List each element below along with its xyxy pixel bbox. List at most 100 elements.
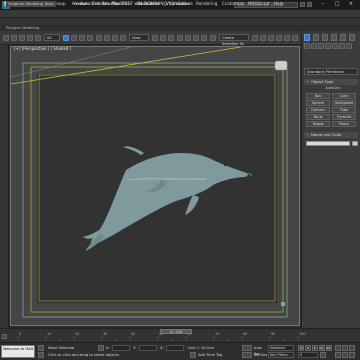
layer-explorer-icon[interactable]	[268, 35, 274, 41]
select-scale-icon[interactable]	[112, 35, 118, 41]
maxscript-mini-listener[interactable]: Welcome to MAX	[1, 345, 35, 358]
autogrid-checkbox[interactable]: AutoGrid	[318, 86, 348, 91]
redo-toolbar-icon[interactable]	[11, 35, 17, 41]
tab-object-paint[interactable]: Object Paint	[134, 1, 161, 7]
go-to-start-icon[interactable]: |◂	[298, 345, 304, 351]
selection-lock-icon[interactable]	[38, 352, 44, 358]
cylinder-button[interactable]: Cylinder	[306, 107, 330, 113]
name-and-color-rollout[interactable]: − Name and Color	[304, 132, 358, 138]
set-key-button[interactable]: Set Key	[254, 353, 268, 357]
angle-snap-icon[interactable]	[185, 35, 191, 41]
percent-snap-icon[interactable]	[193, 35, 199, 41]
tube-button[interactable]: Tube	[332, 107, 356, 113]
key-target-dropdown[interactable]: Selected	[268, 345, 294, 351]
box-button[interactable]: Box	[306, 93, 330, 99]
auto-key-button[interactable]: Auto Key	[254, 345, 266, 356]
add-time-tag[interactable]: Add Time Tag	[198, 353, 222, 357]
mini-curve-editor-icon[interactable]	[2, 334, 7, 339]
pivot-center-icon[interactable]	[152, 35, 158, 41]
geometry-icon[interactable]	[304, 43, 310, 49]
plane-button[interactable]: Plane	[332, 121, 356, 127]
y-coordinate-field[interactable]	[139, 345, 157, 351]
pan-view-icon[interactable]	[342, 345, 348, 351]
menu-maxscript[interactable]: MAXScript	[248, 1, 270, 6]
category-dropdown[interactable]: Standard Primitives	[304, 68, 358, 75]
z-coordinate-field[interactable]	[166, 345, 184, 351]
orbit-icon[interactable]	[349, 345, 355, 351]
sphere-button[interactable]: Sphere	[306, 100, 330, 106]
field-of-view-icon[interactable]	[335, 345, 341, 351]
reference-coordinate-dropdown[interactable]: View	[129, 34, 149, 41]
time-slider[interactable]: 0 / 100	[160, 329, 192, 334]
time-configuration-icon[interactable]	[320, 352, 326, 358]
keyboard-shortcut-override-icon[interactable]	[168, 35, 174, 41]
named-selection-sets-dropdown[interactable]: Create Selection Se	[219, 34, 249, 46]
tab-populate[interactable]: Populate	[172, 1, 193, 7]
space-warps-icon[interactable]	[339, 43, 345, 49]
close-icon[interactable]: ×	[346, 1, 356, 8]
x-coordinate-field[interactable]	[112, 345, 130, 351]
next-frame-icon[interactable]: ▸|	[319, 345, 325, 351]
motion-tab-icon[interactable]	[331, 34, 337, 41]
viewport-label[interactable]: [+] [Perspective ] [ Shaded ]	[14, 46, 71, 51]
time-tag-icon[interactable]	[190, 352, 196, 358]
previous-frame-icon[interactable]: ◂	[305, 345, 311, 351]
menu-help[interactable]: Help	[274, 1, 284, 6]
select-by-name-icon[interactable]	[71, 35, 77, 41]
select-rotate-icon[interactable]	[104, 35, 110, 41]
cameras-icon[interactable]	[325, 43, 331, 49]
tab-selection[interactable]: Selection	[100, 1, 122, 7]
unlink-icon[interactable]	[27, 35, 33, 41]
tab-graphite-modeling-tools[interactable]: Graphite Modeling Tools	[6, 1, 56, 7]
viewcube-icon[interactable]	[274, 60, 288, 71]
select-move-icon[interactable]	[96, 35, 102, 41]
spinner-snap-icon[interactable]	[201, 35, 207, 41]
play-icon[interactable]: ▸	[312, 345, 318, 351]
select-place-icon[interactable]	[120, 35, 126, 41]
align-icon[interactable]	[260, 35, 266, 41]
hierarchy-tab-icon[interactable]	[322, 34, 328, 41]
minimize-icon[interactable]: –	[318, 1, 328, 8]
bind-space-warp-icon[interactable]	[35, 35, 41, 41]
isolate-selection-icon[interactable]	[38, 345, 44, 351]
edit-named-selection-icon[interactable]	[210, 35, 216, 41]
absolute-mode-icon[interactable]	[98, 345, 104, 351]
help-icon[interactable]	[307, 2, 312, 7]
set-key-icon[interactable]	[242, 352, 252, 358]
display-tab-icon[interactable]	[340, 34, 346, 41]
selection-filter-dropdown[interactable]: All	[44, 34, 60, 41]
systems-icon[interactable]	[346, 43, 352, 49]
link-icon[interactable]	[19, 35, 25, 41]
zoom-all-icon[interactable]	[342, 352, 348, 358]
zoom-icon[interactable]	[335, 352, 341, 358]
select-object-icon[interactable]	[63, 35, 69, 41]
geosphere-button[interactable]: GeoSphere	[332, 100, 356, 106]
manipulate-icon[interactable]	[160, 35, 166, 41]
rectangular-selection-icon[interactable]	[79, 35, 85, 41]
cone-button[interactable]: Cone	[332, 93, 356, 99]
zoom-extents-icon[interactable]	[349, 352, 355, 358]
key-filters-button[interactable]: Key Filters...	[268, 352, 294, 358]
helpers-icon[interactable]	[332, 43, 338, 49]
window-crossing-icon[interactable]	[87, 35, 93, 41]
shapes-icon[interactable]	[311, 43, 317, 49]
utilities-tab-icon[interactable]	[349, 34, 355, 41]
go-to-end-icon[interactable]: ▸▸	[326, 345, 332, 351]
snaps-toggle-icon[interactable]	[177, 35, 183, 41]
lights-icon[interactable]	[318, 43, 324, 49]
curve-editor-icon[interactable]	[276, 35, 282, 41]
search-icon[interactable]	[300, 2, 305, 7]
mirror-icon[interactable]	[252, 35, 258, 41]
undo-toolbar-icon[interactable]	[3, 35, 9, 41]
schematic-view-icon[interactable]	[284, 35, 290, 41]
current-frame-field[interactable]: 0	[298, 352, 318, 358]
pyramid-button[interactable]: Pyramid	[332, 114, 356, 120]
menu-rendering[interactable]: Rendering	[196, 1, 217, 6]
material-editor-icon[interactable]	[292, 35, 298, 41]
modify-tab-icon[interactable]	[313, 34, 319, 41]
object-type-rollout[interactable]: − Object Type	[304, 79, 358, 85]
menu-customize[interactable]: Customize	[222, 1, 244, 6]
maximize-icon[interactable]: □	[332, 1, 342, 8]
set-key-mode-icon[interactable]	[242, 345, 252, 351]
tab-freeform[interactable]: Freeform	[70, 1, 91, 7]
